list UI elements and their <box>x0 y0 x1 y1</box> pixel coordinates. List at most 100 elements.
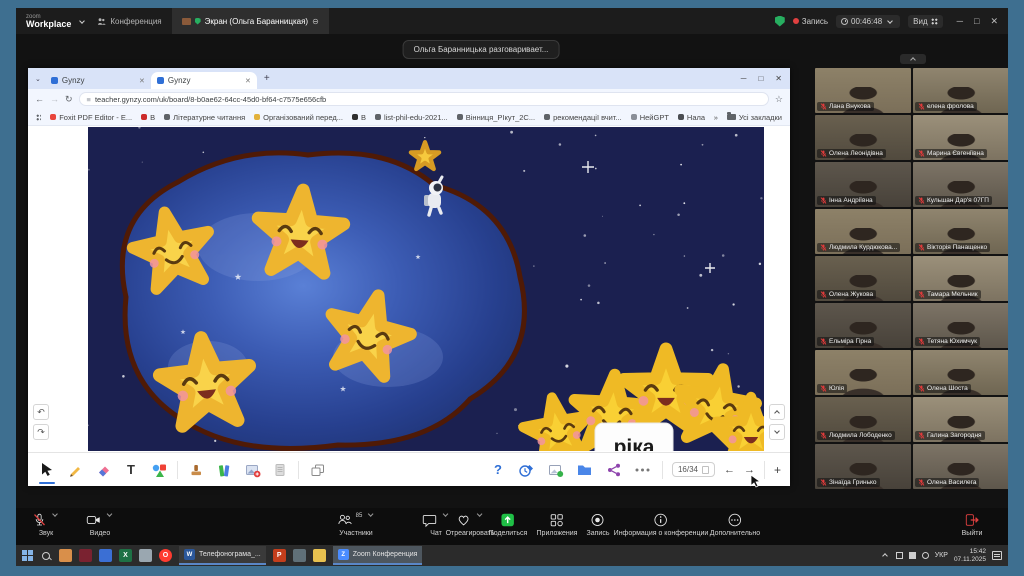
participant-tile[interactable]: Юлія <box>815 350 911 395</box>
library-tool[interactable] <box>214 458 234 482</box>
insert-image-tool[interactable] <box>242 458 262 482</box>
participant-tile[interactable]: Людмила Лободенко <box>815 397 911 442</box>
history-edit-button[interactable] <box>517 458 537 482</box>
react-button[interactable]: Отреагировать <box>446 512 495 537</box>
undo-button[interactable]: ↶ <box>33 404 49 420</box>
bookmark-item[interactable]: Організований перед... <box>254 113 343 122</box>
language-indicator[interactable]: УКР <box>935 552 948 559</box>
bookmark-item[interactable]: рекомендації вчит... <box>544 113 622 122</box>
tray-icon[interactable] <box>896 552 903 559</box>
stamp-tool[interactable] <box>186 458 206 482</box>
audio-button[interactable]: Звук <box>32 512 60 537</box>
notification-center-icon[interactable] <box>992 551 1002 560</box>
close-button[interactable]: ✕ <box>990 16 998 27</box>
bookmarks-overflow-icon[interactable]: » <box>714 113 718 122</box>
help-button[interactable]: ? <box>488 458 508 482</box>
chevron-up-icon[interactable] <box>107 511 113 517</box>
page-indicator[interactable]: 16/34 <box>672 462 715 477</box>
forward-button[interactable]: → <box>50 94 59 104</box>
tab-conference[interactable]: Конференция <box>87 8 171 34</box>
word-task[interactable]: W Телефонограма_... <box>179 546 266 565</box>
participant-tile[interactable]: Галина Загородня <box>913 397 1008 442</box>
document-tool[interactable] <box>270 458 290 482</box>
bookmark-item[interactable]: НейGPT <box>631 113 669 122</box>
whiteboard-canvas[interactable]: ріка <box>88 127 764 451</box>
participant-tile[interactable]: Олена Жукова <box>815 256 911 301</box>
chevron-up-icon[interactable] <box>477 511 483 517</box>
reload-button[interactable]: ↻ <box>65 94 73 105</box>
participant-tile[interactable]: Тетяна Юхимчук <box>913 303 1008 348</box>
scroll-up-button[interactable] <box>769 404 785 420</box>
participant-tile[interactable]: елена фролова <box>913 68 1008 113</box>
back-button[interactable]: ← <box>35 94 44 104</box>
participant-tile[interactable]: Інна Андріївна <box>815 162 911 207</box>
bookmark-item[interactable]: В <box>141 113 155 122</box>
more-button[interactable]: Дополнительно <box>710 512 760 537</box>
text-tool[interactable]: T <box>121 458 141 482</box>
participant-tile[interactable]: Олена Василега <box>913 444 1008 489</box>
hidden-icons-chevron[interactable] <box>882 553 888 559</box>
video-button[interactable]: Видео <box>86 512 115 537</box>
apps-button[interactable]: Приложения <box>537 512 578 537</box>
browser-restore-button[interactable]: □ <box>758 74 763 83</box>
share-screen-button[interactable]: Поделиться <box>489 512 528 537</box>
tab-shared-screen[interactable]: Экран (Ольга Баранницкая) ⊖ <box>172 8 329 34</box>
participant-tile[interactable]: Олена Шоста <box>913 350 1008 395</box>
site-settings-icon[interactable]: ≡ <box>87 95 91 104</box>
bookmark-item[interactable]: Вінниця_РІкут_2С... <box>457 113 535 122</box>
shapes-tool[interactable] <box>149 458 169 482</box>
participant-tile[interactable]: Тамара Мельник <box>913 256 1008 301</box>
browser-tab-2[interactable]: Gynzy ✕ <box>151 72 257 89</box>
browser-close-button[interactable]: ✕ <box>775 74 782 83</box>
browser-tab-1[interactable]: Gynzy ✕ <box>45 72 151 89</box>
search-icon[interactable] <box>42 552 50 560</box>
record-button[interactable]: Запись <box>587 512 610 537</box>
participant-tile[interactable]: Ельміра Гірна <box>815 303 911 348</box>
powerpoint-icon[interactable]: P <box>273 549 286 562</box>
bookmark-item[interactable]: Налаштування - Go... <box>678 113 705 122</box>
previous-page-button[interactable]: ← <box>724 464 735 476</box>
redo-button[interactable]: ↷ <box>33 424 49 440</box>
start-button[interactable] <box>22 550 33 561</box>
leave-button[interactable]: Выйти <box>962 512 983 537</box>
open-folder-button[interactable] <box>575 458 595 482</box>
taskbar-app-icon[interactable] <box>59 549 72 562</box>
folder-icon[interactable] <box>313 549 326 562</box>
new-tab-button[interactable]: + <box>257 73 277 84</box>
chevron-down-icon[interactable] <box>80 18 86 24</box>
export-image-button[interactable] <box>546 458 566 482</box>
taskbar-app-icon[interactable] <box>293 549 306 562</box>
select-tool[interactable] <box>37 458 57 482</box>
tray-icon[interactable] <box>909 552 916 559</box>
opera-icon[interactable]: O <box>159 549 172 562</box>
meeting-info-button[interactable]: Информация о конференции <box>614 512 709 537</box>
taskbar-app-icon[interactable] <box>99 549 112 562</box>
close-tab-icon[interactable]: ✕ <box>245 77 251 85</box>
excel-icon[interactable]: X <box>119 549 132 562</box>
participant-tile[interactable]: Марина Євгеніївна <box>913 115 1008 160</box>
tray-icon[interactable] <box>922 552 929 559</box>
meeting-timer[interactable]: 00:46:48 <box>836 15 900 28</box>
participant-tile[interactable]: Зінаїда Гринько <box>815 444 911 489</box>
bookmark-star-icon[interactable]: ☆ <box>775 94 783 105</box>
participant-tile[interactable]: Лана Внукова <box>815 68 911 113</box>
apps-grid-icon[interactable] <box>36 114 41 121</box>
word-card[interactable]: ріка <box>595 423 673 451</box>
bookmark-item[interactable]: list-phil-edu-2021... <box>375 113 448 122</box>
restore-button[interactable]: □ <box>974 16 979 27</box>
taskbar-app-icon[interactable] <box>139 549 152 562</box>
bookmark-item[interactable]: Літературне читання <box>164 113 245 122</box>
pencil-tool[interactable] <box>65 458 85 482</box>
zoom-workplace-logo[interactable]: zoom Workplace <box>16 14 77 29</box>
close-tab-icon[interactable]: ✕ <box>139 77 145 85</box>
chevron-up-icon[interactable] <box>52 511 58 517</box>
minimize-button[interactable]: ─ <box>957 16 963 27</box>
browser-minimize-button[interactable]: ─ <box>741 74 747 83</box>
bookmark-item[interactable]: Foxit PDF Editor - Е... <box>50 113 132 122</box>
chevron-up-icon[interactable] <box>368 511 374 517</box>
clock[interactable]: 15:42 07.11.2025 <box>954 548 986 563</box>
participant-tile[interactable]: Людмила Курдюкова... <box>815 209 911 254</box>
address-bar[interactable]: ≡ teacher.gynzy.com/uk/board/8-b0ae62-64… <box>79 92 769 106</box>
encryption-shield-icon[interactable] <box>775 16 785 27</box>
recording-indicator[interactable]: Запись <box>793 17 828 26</box>
